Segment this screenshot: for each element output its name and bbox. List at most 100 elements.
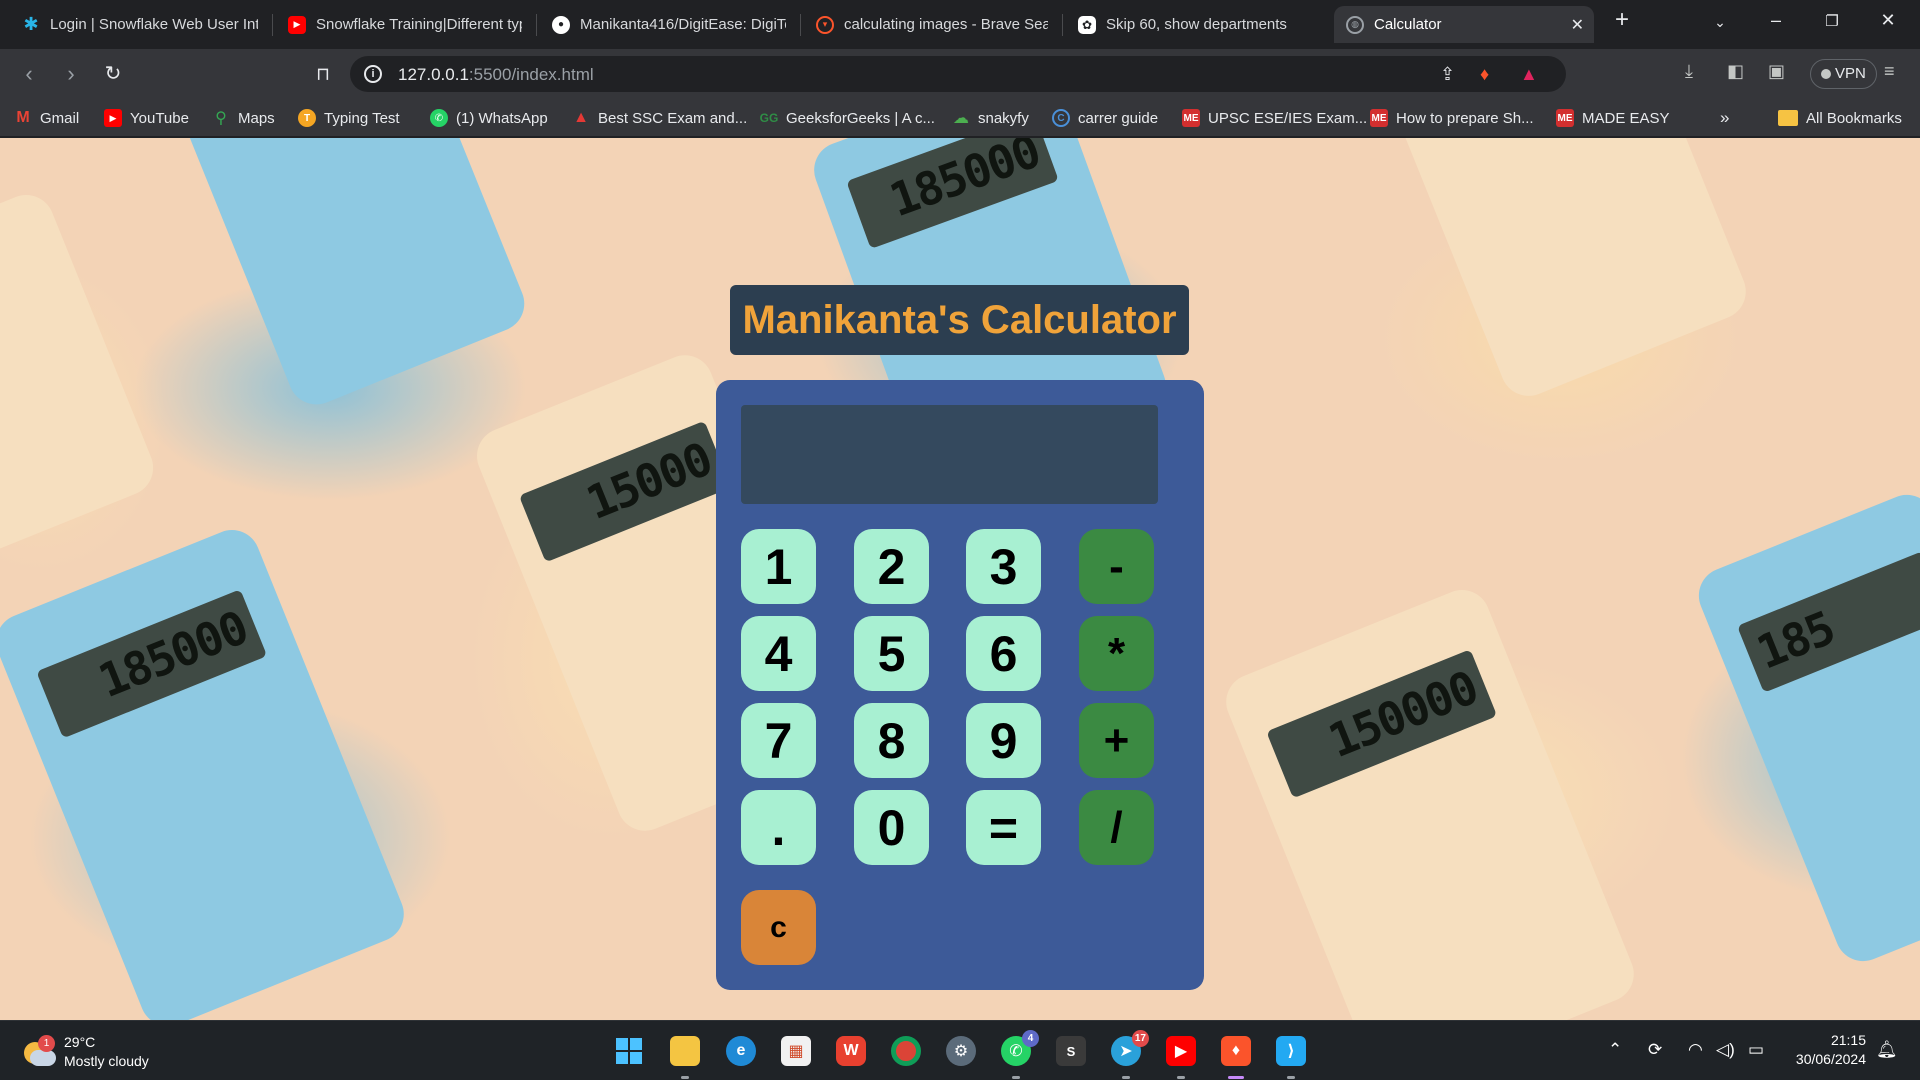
taskbar: 1 29°C Mostly cloudy e ▦ W ⚙ ✆ 4 S ➤ 17 ▶ … [0, 1020, 1920, 1080]
bookmark-label: (1) WhatsApp [456, 109, 548, 127]
telegram-badge: 17 [1131, 1030, 1149, 1047]
tab-snowflake-login[interactable]: ✱ Login | Snowflake Web User Int [10, 6, 270, 43]
chrome-icon[interactable] [891, 1036, 921, 1066]
bookmark-youtube[interactable]: ▶ YouTube [104, 107, 189, 129]
sync-icon[interactable]: ⟳ [1648, 1040, 1662, 1060]
site-info-icon[interactable]: i [364, 65, 382, 83]
volume-icon[interactable]: ◁) [1716, 1040, 1735, 1060]
vpn-button[interactable]: VPN [1810, 59, 1877, 89]
brave-browser-icon[interactable]: ♦ [1221, 1036, 1251, 1066]
bookmark-maps[interactable]: ⚲ Maps [212, 107, 275, 129]
key-9-button[interactable]: 9 [966, 703, 1041, 778]
bookmark-career-guide[interactable]: Ccarrer guide [1052, 107, 1158, 129]
wallet-icon[interactable]: ▣ [1768, 61, 1785, 82]
menu-icon[interactable]: ≡ [1884, 61, 1895, 82]
weather-widget[interactable]: 1 29°C Mostly cloudy [22, 1033, 149, 1071]
tab-separator [536, 14, 537, 36]
file-explorer-icon[interactable] [670, 1036, 700, 1066]
key-0-button[interactable]: 0 [854, 790, 929, 865]
vpn-label: VPN [1835, 65, 1866, 82]
key-7-button[interactable]: 7 [741, 703, 816, 778]
key-1-button[interactable]: 1 [741, 529, 816, 604]
bookmark-whatsapp[interactable]: ✆ (1) WhatsApp [430, 107, 548, 129]
chevron-up-icon[interactable]: ⌃ [1608, 1040, 1622, 1060]
key-4-button[interactable]: 4 [741, 616, 816, 691]
share-icon[interactable]: ⇪ [1440, 64, 1455, 85]
key-5-button[interactable]: 5 [854, 616, 929, 691]
wifi-icon[interactable]: ◠ [1688, 1040, 1703, 1060]
globe-icon: ◍ [1346, 15, 1364, 34]
tab-label: Login | Snowflake Web User Int [50, 16, 258, 33]
restore-button[interactable]: ❐ [1810, 12, 1854, 30]
bookmark-icon[interactable]: ⊓ [310, 61, 336, 87]
windows-start-icon[interactable] [614, 1036, 644, 1066]
subtract-button[interactable]: - [1079, 529, 1154, 604]
all-bookmarks[interactable]: All Bookmarks [1778, 107, 1902, 129]
background-calculator-display: 150000 [1266, 649, 1498, 799]
forward-arrow-icon[interactable]: › [58, 61, 84, 87]
career-guide-icon: C [1052, 109, 1070, 127]
running-indicator [1287, 1076, 1295, 1079]
bookmark-how-to-prepare[interactable]: ME How to prepare Sh... [1370, 107, 1534, 129]
new-tab-button[interactable]: + [1600, 6, 1644, 34]
bookmark-ssc[interactable]: ▲ Best SSC Exam and... [572, 107, 747, 129]
tab-search-chevron-down-icon[interactable]: ⌄ [1698, 14, 1742, 31]
key-8-button[interactable]: 8 [854, 703, 929, 778]
more-bookmarks-chevron-icon[interactable]: » [1720, 107, 1729, 129]
url-text: 127.0.0.1:5500/index.html [398, 65, 594, 85]
bookmark-made-easy[interactable]: ME MADE EASY [1556, 107, 1670, 129]
divide-button[interactable]: / [1079, 790, 1154, 865]
bookmark-upsc-ese[interactable]: ME UPSC ESE/IES Exam... [1182, 107, 1367, 129]
sidebar-icon[interactable]: ◧ [1727, 61, 1744, 82]
bookmark-typing-test[interactable]: T Typing Test [298, 107, 400, 129]
telegram-icon[interactable]: ➤ 17 [1111, 1030, 1149, 1066]
close-tab-icon[interactable]: ✕ [1571, 15, 1584, 35]
tab-chatgpt[interactable]: ✿ Skip 60, show departments [1066, 6, 1328, 43]
key-6-button[interactable]: 6 [966, 616, 1041, 691]
running-indicator [1122, 1076, 1130, 1079]
download-icon[interactable]: ⤓ [1685, 61, 1693, 82]
back-arrow-icon[interactable]: ‹ [16, 61, 42, 87]
brave-shields-icon[interactable]: ♦ [1480, 64, 1489, 85]
youtube-icon[interactable]: ▶ [1166, 1036, 1196, 1066]
clear-button[interactable]: c [741, 890, 816, 965]
reload-icon[interactable]: ↻ [100, 61, 126, 87]
vscode-icon[interactable]: ⟩ [1276, 1036, 1306, 1066]
wps-office-icon[interactable]: W [836, 1036, 866, 1066]
whatsapp-icon[interactable]: ✆ 4 [1001, 1030, 1039, 1066]
tab-strip: ✱ Login | Snowflake Web User Int ▶ Snowf… [0, 0, 1920, 49]
add-button[interactable]: + [1079, 703, 1154, 778]
weather-condition: Mostly cloudy [64, 1053, 149, 1069]
s-app-icon[interactable]: S [1056, 1036, 1086, 1066]
tab-calculator[interactable]: ◍ Calculator ✕ [1334, 6, 1594, 43]
address-bar[interactable]: i 127.0.0.1:5500/index.html ⇪ ♦ ▲ [350, 56, 1566, 92]
tab-brave-search[interactable]: ▾ calculating images - Brave Searc [804, 6, 1060, 43]
weather-badge: 1 [38, 1035, 55, 1052]
battery-icon[interactable]: ▭ [1748, 1040, 1764, 1060]
multiply-button[interactable]: * [1079, 616, 1154, 691]
minimize-button[interactable]: – [1754, 10, 1798, 31]
edge-icon[interactable]: e [726, 1036, 756, 1066]
decimal-point-button[interactable]: . [741, 790, 816, 865]
notification-bell-icon[interactable]: 🔔︎ [1876, 1040, 1898, 1060]
running-indicator [1012, 1076, 1020, 1079]
tab-separator [800, 14, 801, 36]
bookmark-snakyfy[interactable]: ☁ snakyfy [952, 107, 1029, 129]
cloudy-weather-icon: 1 [22, 1035, 56, 1066]
bookmark-gmail[interactable]: M Gmail [14, 107, 79, 129]
tab-github-digitease[interactable]: ● Manikanta416/DigitEase: DigiTe [540, 6, 798, 43]
snowflake-icon: ✱ [23, 14, 39, 34]
brave-rewards-icon[interactable]: ▲ [1520, 64, 1538, 85]
clock[interactable]: 21:15 30/06/2024 [1786, 1031, 1866, 1069]
calculator-display[interactable] [741, 405, 1158, 504]
settings-gear-icon[interactable]: ⚙ [946, 1036, 976, 1066]
key-2-button[interactable]: 2 [854, 529, 929, 604]
bookmark-geeksforgeeks[interactable]: GG GeeksforGeeks | A c... [760, 107, 935, 129]
key-3-button[interactable]: 3 [966, 529, 1041, 604]
background-calculator-display: 15000 [518, 420, 732, 563]
tab-label: calculating images - Brave Searc [844, 16, 1048, 33]
tab-snowflake-training[interactable]: ▶ Snowflake Training|Different typ [276, 6, 534, 43]
close-window-button[interactable]: ✕ [1866, 10, 1910, 31]
equals-button[interactable]: = [966, 790, 1041, 865]
microsoft-store-icon[interactable]: ▦ [781, 1036, 811, 1066]
